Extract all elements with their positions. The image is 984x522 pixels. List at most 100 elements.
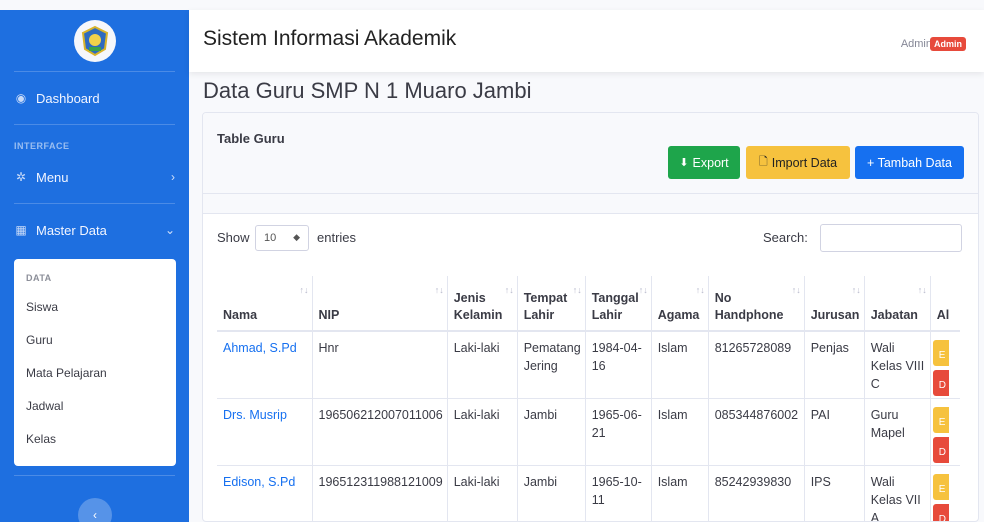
show-label: Show bbox=[217, 230, 250, 245]
table-icon: ▦ bbox=[15, 223, 27, 237]
entries-value: 10 bbox=[264, 232, 277, 244]
cell-actions: E D bbox=[930, 331, 961, 399]
column-header-tempat-lahir[interactable]: ↑↓ Tempat Lahir bbox=[517, 276, 586, 332]
cell-no-handphone: 85242939830 bbox=[708, 465, 805, 521]
teacher-table-card: Table Guru ⬇ Export 🗋 Import Data + Tamb… bbox=[202, 112, 979, 522]
delete-button[interactable]: D bbox=[932, 370, 949, 396]
cell-nip: 196506212007011006 bbox=[312, 398, 448, 466]
sort-icon: ↑↓ bbox=[299, 285, 309, 295]
cell-agama: Islam bbox=[651, 465, 709, 521]
column-header-jenis-kelamin[interactable]: ↑↓ Jenis Kelamin bbox=[447, 276, 518, 332]
edit-button[interactable]: E bbox=[932, 473, 949, 500]
teacher-link[interactable]: Edison, S.Pd bbox=[223, 475, 295, 489]
submenu-item-jadwal[interactable]: Jadwal bbox=[14, 390, 176, 423]
entries-select[interactable]: 10 ◆ bbox=[255, 225, 309, 251]
sidebar-item-master-data[interactable]: ▦ Master Data ⌄ bbox=[0, 204, 189, 256]
column-header-nama[interactable]: ↑↓ Nama bbox=[217, 276, 313, 332]
page-title: Data Guru SMP N 1 Muaro Jambi bbox=[203, 78, 532, 103]
sidebar-item-dashboard[interactable]: ◉ Dashboard bbox=[0, 72, 189, 124]
sidebar-item-label: Menu bbox=[36, 169, 69, 185]
sidebar-heading: INTERFACE bbox=[14, 141, 70, 151]
cell-tanggal-lahir: 1965-06-21 bbox=[585, 398, 652, 466]
cell-jenis-kelamin: Laki-laki bbox=[447, 465, 518, 521]
add-data-button[interactable]: + Tambah Data bbox=[855, 146, 964, 179]
file-icon: 🗋 bbox=[758, 156, 768, 168]
app-title: Sistem Informasi Akademik bbox=[203, 27, 457, 50]
sidebar-item-label: Master Data bbox=[36, 222, 107, 238]
cell-nip: 196512311988121009 bbox=[312, 465, 448, 521]
master-data-submenu: DATA Siswa Guru Mata Pelajaran Jadwal Ke… bbox=[14, 259, 176, 466]
sidebar-item-menu[interactable]: ✲ Menu › bbox=[0, 157, 189, 197]
cell-jabatan: Guru Mapel bbox=[864, 398, 931, 466]
sort-icon: ↑↓ bbox=[504, 285, 514, 295]
submenu-item-kelas[interactable]: Kelas bbox=[14, 423, 176, 456]
school-logo bbox=[73, 19, 116, 62]
cell-jabatan: Wali Kelas VII A bbox=[864, 465, 931, 521]
sort-icon: ↑↓ bbox=[791, 285, 801, 295]
card-header: Table Guru ⬇ Export 🗋 Import Data + Tamb… bbox=[203, 113, 978, 194]
sidebar-toggle-button[interactable]: ‹ bbox=[78, 498, 112, 522]
gear-icon: ✲ bbox=[15, 170, 27, 184]
search-input[interactable] bbox=[820, 224, 962, 252]
cell-nama[interactable]: Drs. Musrip bbox=[217, 398, 313, 466]
table-controls: Show 10 ◆ entries Search: bbox=[203, 214, 978, 276]
table-row: Edison, S.Pd 196512311988121009 Laki-lak… bbox=[217, 465, 961, 521]
cell-no-handphone: 085344876002 bbox=[708, 398, 805, 466]
chevron-left-icon: ‹ bbox=[93, 508, 97, 522]
teacher-table: ↑↓ Nama ↑↓ NIP ↑↓ Jenis Kelamin ↑↓ Tempat La… bbox=[217, 276, 961, 521]
sort-icon: ↑↓ bbox=[572, 285, 582, 295]
submenu-item-siswa[interactable]: Siswa bbox=[14, 291, 176, 324]
user-role-badge: Admin bbox=[930, 37, 966, 51]
sidebar: ◉ Dashboard INTERFACE ✲ Menu › ▦ Master … bbox=[0, 10, 189, 522]
import-label: Import Data bbox=[771, 155, 838, 170]
cell-jurusan: IPS bbox=[804, 465, 865, 521]
sort-icon: ↑↓ bbox=[638, 285, 648, 295]
sidebar-item-label: Dashboard bbox=[36, 90, 100, 106]
column-header-aksi[interactable]: Al bbox=[930, 276, 961, 332]
sidebar-brand[interactable] bbox=[14, 10, 175, 72]
import-data-button[interactable]: 🗋 Import Data bbox=[746, 146, 850, 179]
cell-nip: Hnr bbox=[312, 331, 448, 399]
user-name[interactable]: Admin bbox=[901, 38, 932, 50]
column-header-nip[interactable]: ↑↓ NIP bbox=[312, 276, 448, 332]
column-header-jabatan[interactable]: ↑↓ Jabatan bbox=[864, 276, 931, 332]
cell-tempat-lahir: Jambi bbox=[517, 465, 586, 521]
export-button[interactable]: ⬇ Export bbox=[668, 146, 740, 179]
sidebar-divider bbox=[14, 475, 175, 476]
cell-nama[interactable]: Ahmad, S.Pd bbox=[217, 331, 313, 399]
cell-tempat-lahir: Pematang Jering bbox=[517, 331, 586, 399]
submenu-item-guru[interactable]: Guru bbox=[14, 324, 176, 357]
submenu-item-mata-pelajaran[interactable]: Mata Pelajaran bbox=[14, 357, 176, 390]
table-header-row: ↑↓ Nama ↑↓ NIP ↑↓ Jenis Kelamin ↑↓ Tempat La… bbox=[217, 276, 961, 332]
entries-label: entries bbox=[317, 230, 357, 245]
cell-no-handphone: 81265728089 bbox=[708, 331, 805, 399]
column-header-tanggal-lahir[interactable]: ↑↓ Tanggal Lahir bbox=[585, 276, 652, 332]
chevron-down-icon: ⌄ bbox=[164, 223, 175, 237]
cell-tanggal-lahir: 1984-04-16 bbox=[585, 331, 652, 399]
topbar: Sistem Informasi Akademik Admin Admin bbox=[189, 10, 984, 72]
card-spacer bbox=[203, 194, 978, 214]
teacher-link[interactable]: Drs. Musrip bbox=[223, 408, 287, 422]
column-header-no-handphone[interactable]: ↑↓ No Handphone bbox=[708, 276, 805, 332]
edit-button[interactable]: E bbox=[932, 340, 949, 366]
sort-icon: ↑↓ bbox=[695, 285, 705, 295]
search-label: Search: bbox=[763, 230, 808, 245]
cell-actions: E D bbox=[930, 398, 961, 466]
column-header-jurusan[interactable]: ↑↓ Jurusan bbox=[804, 276, 865, 332]
teacher-link[interactable]: Ahmad, S.Pd bbox=[223, 341, 297, 355]
delete-button[interactable]: D bbox=[932, 503, 949, 521]
sort-icon: ↑↓ bbox=[851, 285, 861, 295]
card-title: Table Guru bbox=[217, 131, 285, 146]
delete-button[interactable]: D bbox=[932, 436, 949, 463]
submenu-heading: DATA bbox=[26, 273, 52, 283]
chevron-right-icon: › bbox=[171, 170, 175, 184]
cell-jenis-kelamin: Laki-laki bbox=[447, 331, 518, 399]
download-icon: ⬇ bbox=[679, 157, 689, 169]
column-header-agama[interactable]: ↑↓ Agama bbox=[651, 276, 709, 332]
cell-jabatan: Wali Kelas VIII C bbox=[864, 331, 931, 399]
add-label: + Tambah Data bbox=[867, 155, 952, 170]
dashboard-icon: ◉ bbox=[15, 91, 27, 105]
cell-nama[interactable]: Edison, S.Pd bbox=[217, 465, 313, 521]
cell-actions: E D bbox=[930, 465, 961, 521]
edit-button[interactable]: E bbox=[932, 406, 949, 433]
